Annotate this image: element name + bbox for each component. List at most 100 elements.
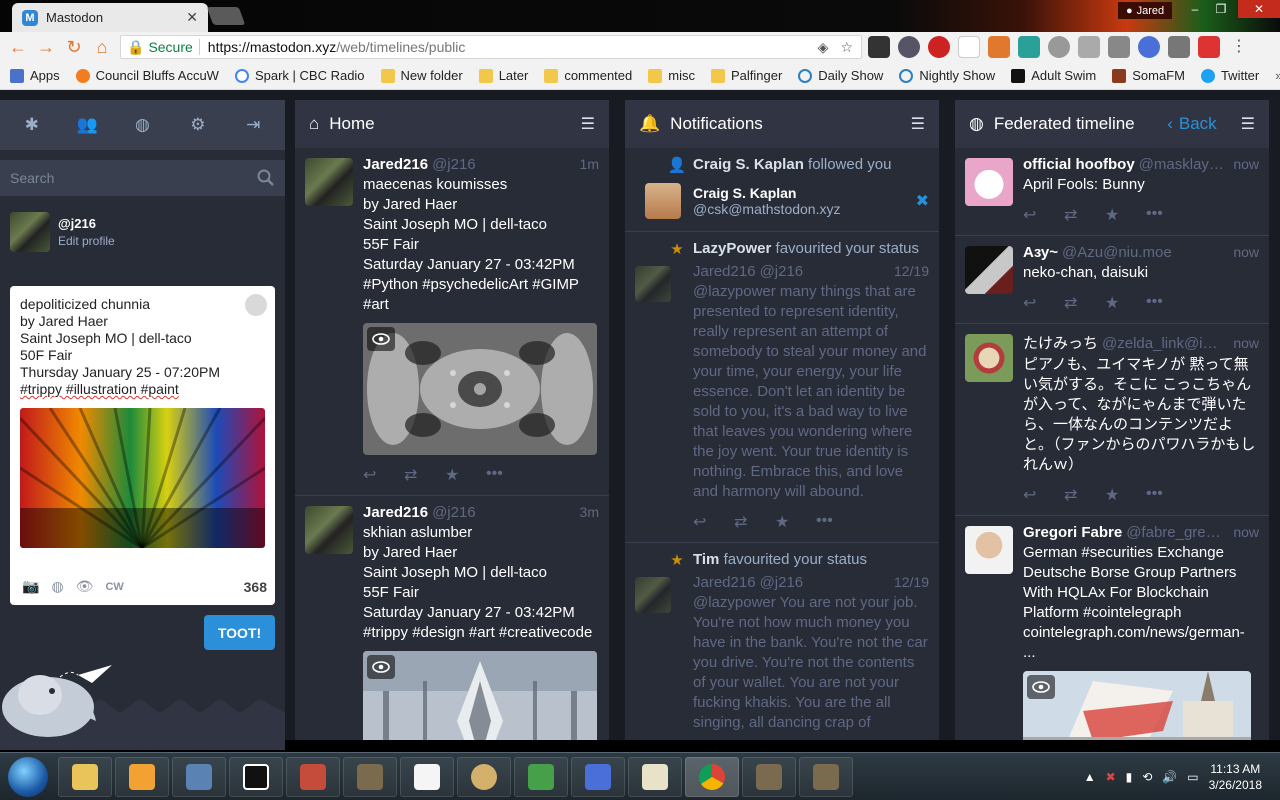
toot-button[interactable]: TOOT! — [204, 615, 275, 650]
logout-icon[interactable]: ⇥ — [238, 115, 268, 135]
account-handle[interactable]: @zelda_link@ima... — [1102, 335, 1227, 352]
taskbar-app[interactable] — [286, 756, 340, 797]
bookmark-adult-swim[interactable]: Adult Swim — [1011, 68, 1096, 83]
bookmark-folder-misc[interactable]: misc — [648, 68, 695, 83]
status[interactable]: たけみっち @zelda_link@ima... now ピアノも、ユイマキノが… — [955, 324, 1269, 516]
favourite-star-icon[interactable]: ★ — [445, 465, 486, 485]
taskbar-paint[interactable] — [457, 756, 511, 797]
account-handle[interactable]: @Azu@niu.moe — [1062, 244, 1172, 261]
getting-started-asterisk-icon[interactable]: ✱ — [17, 115, 47, 135]
volume-icon[interactable]: 🔊 — [1162, 770, 1177, 784]
notifications-column-header[interactable]: 🔔 Notifications ☰ — [625, 100, 939, 148]
bookmark-somafm[interactable]: SomaFM — [1112, 68, 1185, 83]
monitor-icon[interactable]: ▭ — [1187, 770, 1198, 784]
reload-icon[interactable]: ↻ — [60, 33, 88, 61]
profile-button[interactable]: ● Jared — [1118, 2, 1173, 19]
column-settings-sliders-icon[interactable]: ☰ — [1241, 114, 1255, 134]
notification-actor[interactable]: Tim — [693, 551, 719, 568]
timestamp[interactable]: 1m — [574, 156, 599, 172]
cast-icon[interactable]: ◈ — [818, 39, 829, 56]
avatar[interactable] — [965, 526, 1013, 574]
extension-icon[interactable] — [898, 36, 920, 58]
tab-close-icon[interactable]: ✕ — [186, 9, 198, 26]
media-attachment[interactable] — [363, 651, 597, 740]
avatar[interactable] — [965, 246, 1013, 294]
display-name[interactable]: Gregori Fabre — [1023, 524, 1122, 541]
account-handle[interactable]: @csk@mathstodon.xyz — [693, 201, 840, 217]
back-button[interactable]: ‹ Back — [1167, 114, 1216, 134]
close-window-button[interactable]: ✕ — [1238, 0, 1280, 18]
boost-icon[interactable]: ⇄ — [1064, 205, 1105, 225]
new-tab-button[interactable] — [206, 7, 246, 25]
search-input[interactable] — [10, 170, 257, 186]
minimize-button[interactable]: – — [1182, 0, 1208, 18]
hide-media-eye-icon[interactable] — [367, 327, 395, 351]
extension-icon[interactable] — [1018, 36, 1040, 58]
timestamp[interactable]: 3m — [574, 504, 599, 520]
attached-image[interactable] — [20, 408, 265, 548]
timestamp[interactable]: now — [1227, 524, 1259, 540]
compose-textarea[interactable]: depoliticized chunnia by Jared Haer Sain… — [10, 286, 275, 398]
display-name[interactable]: Jared216 — [693, 263, 756, 280]
reply-icon[interactable]: ↩ — [1023, 485, 1064, 505]
timestamp[interactable]: 12/19 — [888, 263, 929, 279]
bookmark-folder-commented[interactable]: commented — [544, 68, 632, 83]
follow-notification[interactable]: 👤 Craig S. Kaplan followed you Craig S. … — [625, 148, 939, 232]
favourite-star-icon[interactable]: ★ — [1105, 205, 1146, 225]
secure-indicator[interactable]: 🔒 Secure — [121, 39, 200, 55]
avatar[interactable] — [965, 334, 1013, 382]
bookmark-nightly-show[interactable]: Nightly Show — [899, 68, 995, 83]
extension-icon[interactable] — [1108, 36, 1130, 58]
hide-media-eye-icon[interactable] — [367, 655, 395, 679]
home-icon[interactable]: ⌂ — [88, 33, 116, 61]
bookmark-folder-later[interactable]: Later — [478, 68, 528, 83]
taskbar-notepad[interactable] — [628, 756, 682, 797]
taskbar-ipython[interactable] — [400, 756, 454, 797]
more-dots-icon[interactable]: ••• — [1146, 205, 1187, 225]
extension-icon[interactable] — [1138, 36, 1160, 58]
timestamp[interactable]: 12/19 — [888, 574, 929, 590]
home-column-header[interactable]: ⌂ Home ☰ — [295, 100, 609, 148]
taskbar-network-tool[interactable] — [571, 756, 625, 797]
edit-profile-link[interactable]: Edit profile — [58, 234, 115, 248]
account-handle[interactable]: @fabre_gregori... — [1126, 524, 1227, 541]
avatar[interactable] — [965, 158, 1013, 206]
display-name[interactable]: Jared216 — [363, 156, 428, 173]
timestamp[interactable]: now — [1227, 335, 1259, 351]
reply-icon[interactable]: ↩ — [693, 512, 734, 532]
more-bookmarks-chevron-icon[interactable]: » — [1275, 68, 1280, 83]
bookmark-accuweather[interactable]: Council Bluffs AccuW — [75, 68, 219, 83]
notification-actor[interactable]: LazyPower — [693, 240, 771, 257]
display-name[interactable]: Азу~ — [1023, 244, 1058, 261]
account-card[interactable]: Craig S. Kaplan @csk@mathstodon.xyz ✖ — [645, 183, 929, 219]
search-icon[interactable] — [257, 169, 275, 187]
favourite-notification[interactable]: ★ LazyPower favourited your status Jared… — [625, 232, 939, 543]
federated-globe-icon[interactable]: ◍ — [127, 115, 157, 135]
media-attachment[interactable] — [1023, 671, 1251, 740]
account-handle[interactable]: @j216 — [760, 574, 804, 591]
more-dots-icon[interactable]: ••• — [1146, 293, 1187, 313]
boost-icon[interactable]: ⇄ — [404, 465, 445, 485]
boost-icon[interactable]: ⇄ — [734, 512, 775, 532]
taskbar-terminal[interactable] — [229, 756, 283, 797]
taskbar-chrome[interactable] — [685, 756, 739, 797]
signal-bars-icon[interactable]: ▮ — [1126, 770, 1133, 784]
reply-icon[interactable]: ↩ — [1023, 293, 1064, 313]
address-bar[interactable]: 🔒 Secure https://mastodon.xyz /web/timel… — [120, 35, 862, 59]
extension-icon[interactable] — [868, 36, 890, 58]
taskbar-network[interactable] — [172, 756, 226, 797]
local-timeline-users-icon[interactable]: 👥 — [72, 115, 102, 135]
taskbar-gimp-2[interactable] — [742, 756, 796, 797]
display-name[interactable]: official hoofboy — [1023, 156, 1135, 173]
favourite-notification[interactable]: ★ Tim favourited your status Jared216 @j… — [625, 543, 939, 740]
drive-icon[interactable] — [1168, 36, 1190, 58]
display-name[interactable]: Craig S. Kaplan — [693, 185, 840, 201]
taskbar-windows[interactable] — [514, 756, 568, 797]
restore-button[interactable]: ❐ — [1208, 0, 1234, 18]
hide-media-eye-icon[interactable] — [1027, 675, 1055, 699]
column-settings-sliders-icon[interactable]: ☰ — [911, 114, 925, 134]
federated-column-header[interactable]: ◍ Federated timeline ‹ Back ☰ — [955, 100, 1269, 148]
ublock-icon[interactable] — [928, 36, 950, 58]
account-handle[interactable]: @j216 — [432, 156, 476, 173]
boost-icon[interactable]: ⇄ — [1064, 485, 1105, 505]
